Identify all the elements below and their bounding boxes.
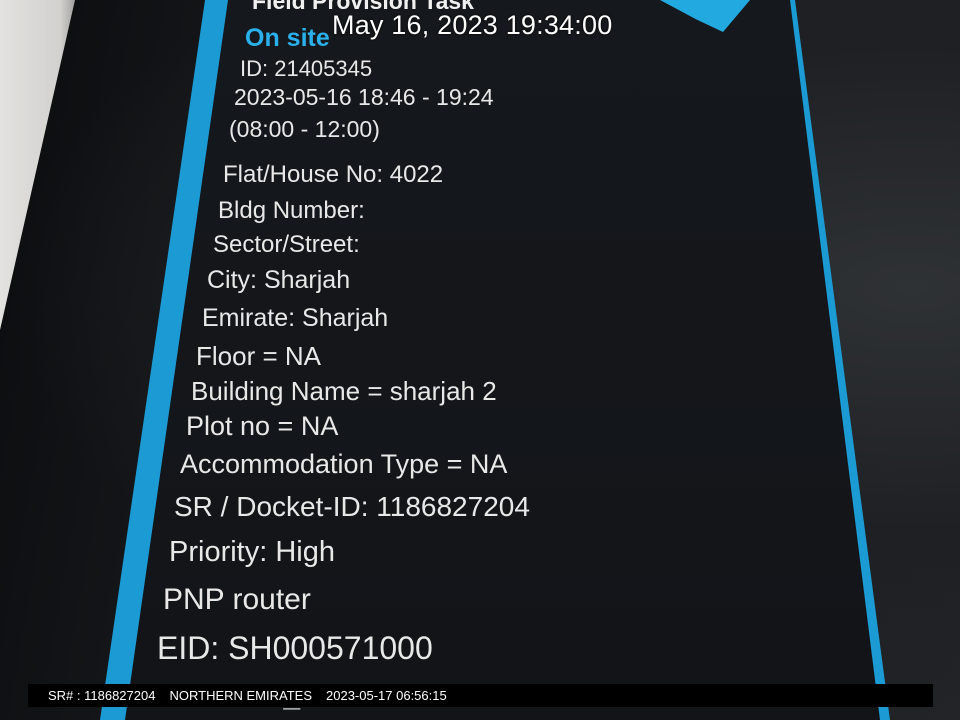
photo-footer-bar: SR# : 1186827204 NORTHERN EMIRATES 2023-…	[28, 684, 933, 707]
task-status: On site	[245, 24, 330, 52]
field-sr-docket-id: SR / Docket-ID: 1186827204	[174, 491, 530, 522]
field-flat-house-no: Flat/House No: 4022	[223, 161, 444, 188]
footer-region: NORTHERN EMIRATES	[169, 688, 312, 703]
photo-datetime-overlay: May 16, 2023 19:34:00	[332, 10, 613, 40]
task-time-window: 2023-05-16 18:46 - 19:24	[234, 84, 494, 110]
field-sector-street: Sector/Street:	[213, 231, 360, 258]
field-plot-no: Plot no = NA	[186, 411, 339, 441]
task-slot: (08:00 - 12:00)	[229, 116, 380, 142]
field-floor: Floor = NA	[196, 341, 321, 371]
field-city: City: Sharjah	[207, 266, 351, 294]
field-priority: Priority: High	[169, 536, 335, 568]
footer-sr-number: SR# : 1186827204	[48, 688, 156, 703]
field-emirate: Emirate: Sharjah	[202, 304, 389, 332]
field-building-name: Building Name = sharjah 2	[191, 376, 497, 406]
task-id: ID: 21405345	[240, 56, 373, 81]
field-bldg-number: Bldg Number:	[218, 197, 365, 224]
field-pnp-router: PNP router	[163, 583, 311, 616]
field-accommodation-type: Accommodation Type = NA	[180, 449, 508, 479]
footer-timestamp: 2023-05-17 06:56:15	[326, 688, 447, 703]
field-eid: EID: SH000571000	[157, 630, 433, 666]
